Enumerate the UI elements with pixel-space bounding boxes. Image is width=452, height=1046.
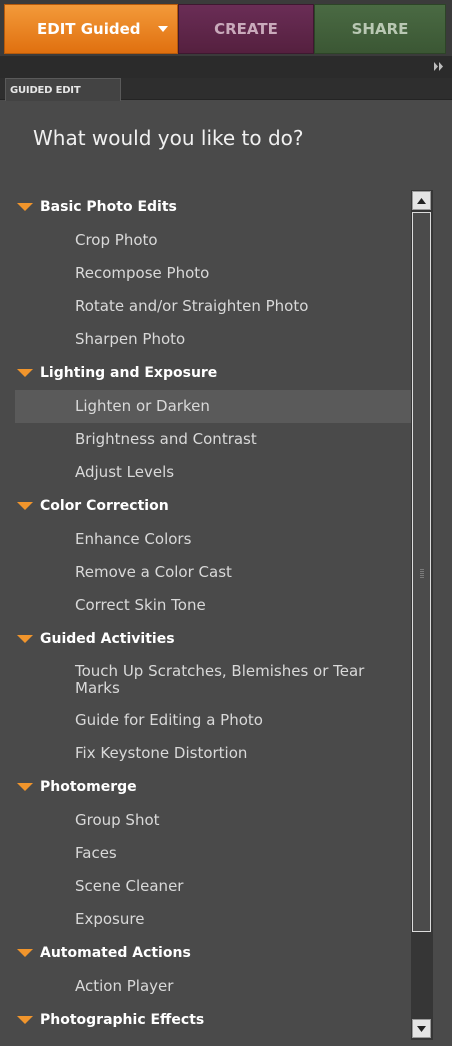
group-title: Basic Photo Edits [40,199,177,215]
list-item[interactable]: Scene Cleaner [15,870,411,903]
panel-heading: What would you like to do? [33,126,304,150]
list-item[interactable]: Brightness and Contrast [15,423,411,456]
group-title: Lighting and Exposure [40,365,218,381]
list-item[interactable]: Group Shot [15,804,411,837]
list-item[interactable]: Recompose Photo [15,257,411,290]
expand-triangle-icon[interactable] [17,502,33,510]
list-item-label: Faces [75,844,117,862]
list-item[interactable]: Fix Keystone Distortion [15,737,411,770]
list-item[interactable]: Rotate and/or Straighten Photo [15,290,411,323]
group-header[interactable]: Basic Photo Edits [15,190,411,224]
scroll-thumb[interactable] [412,212,431,932]
group-title: Automated Actions [40,945,191,961]
list-item-label: Group Shot [75,811,160,829]
list-item-label: Remove a Color Cast [75,563,232,581]
list-item[interactable]: Action Player [15,970,411,1003]
list-item[interactable]: Exposure [15,903,411,936]
list-item[interactable]: Lighten or Darken [15,390,411,423]
tab-create[interactable]: CREATE [178,4,314,54]
expand-triangle-icon[interactable] [17,369,33,377]
panel-tab-strip: GUIDED EDIT [0,78,452,101]
list-item-label: Brightness and Contrast [75,430,257,448]
list-item[interactable]: Correct Skin Tone [15,589,411,622]
scrollbar[interactable] [411,190,433,1040]
grip-line [420,577,424,578]
tab-guided-edit[interactable]: GUIDED EDIT [5,78,121,101]
group-header[interactable]: Photographic Effects [15,1003,411,1037]
scroll-down-button[interactable] [412,1019,431,1038]
group-title: Photomerge [40,779,137,795]
tab-create-label: CREATE [214,20,278,38]
tab-share-label: SHARE [351,20,409,38]
grip-line [420,573,424,574]
list-item[interactable]: Sharpen Photo [15,323,411,356]
list-item[interactable]: Touch Up Scratches, Blemishes or Tear Ma… [15,656,411,704]
list-item[interactable]: Enhance Colors [15,523,411,556]
group-header[interactable]: Lighting and Exposure [15,356,411,390]
group-title: Photographic Effects [40,1012,205,1028]
list-item[interactable]: Faces [15,837,411,870]
list-item[interactable]: Crop Photo [15,224,411,257]
list-item-label: Correct Skin Tone [75,596,206,614]
scroll-up-button[interactable] [412,191,431,210]
group-header[interactable]: Guided Activities [15,622,411,656]
tab-edit-label: EDIT Guided [37,20,141,38]
list-item-label: Action Player [75,977,174,995]
group-header[interactable]: Automated Actions [15,936,411,970]
double-arrow-right-icon[interactable] [434,62,444,71]
list-item[interactable]: Adjust Levels [15,456,411,489]
list-item-label: Rotate and/or Straighten Photo [75,297,309,315]
group-title: Guided Activities [40,631,175,647]
expand-triangle-icon[interactable] [17,1016,33,1024]
arrow-down-icon [417,1025,426,1032]
list-item-label: Sharpen Photo [75,330,186,348]
group-header[interactable]: Color Correction [15,489,411,523]
grip-line [420,575,424,576]
list-item-label: Guide for Editing a Photo [75,711,263,729]
list-item-label: Crop Photo [75,231,158,249]
list-item-label: Enhance Colors [75,530,192,548]
group-title: Color Correction [40,498,169,514]
mode-tab-bar: EDIT Guided CREATE SHARE [0,0,452,56]
list-item-label: Adjust Levels [75,463,175,481]
list-item-label: Exposure [75,910,145,928]
list-item[interactable]: Guide for Editing a Photo [15,704,411,737]
expand-triangle-icon[interactable] [17,203,33,211]
list-item-label: Touch Up Scratches, Blemishes or Tear Ma… [75,662,365,697]
group-header[interactable]: Photomerge [15,770,411,804]
list-item-label: Lighten or Darken [75,397,210,415]
panel-collapse-strip [0,56,452,78]
arrow-up-icon [417,197,426,204]
list-item-label: Recompose Photo [75,264,210,282]
guided-edit-list: Basic Photo Edits Crop Photo Recompose Pho… [15,190,411,1046]
expand-triangle-icon[interactable] [17,949,33,957]
grip-line [420,569,424,570]
tab-share[interactable]: SHARE [314,4,446,54]
list-item-label: Fix Keystone Distortion [75,744,248,762]
tab-edit[interactable]: EDIT Guided [4,4,178,54]
dropdown-caret-icon[interactable] [158,26,168,32]
tab-guided-edit-label: GUIDED EDIT [10,84,81,96]
guided-edit-panel: EDIT Guided CREATE SHARE GUIDED EDIT Wha… [0,0,452,1046]
grip-line [420,571,424,572]
expand-triangle-icon[interactable] [17,783,33,791]
expand-triangle-icon[interactable] [17,635,33,643]
list-item[interactable]: Remove a Color Cast [15,556,411,589]
list-item-label: Scene Cleaner [75,877,184,895]
